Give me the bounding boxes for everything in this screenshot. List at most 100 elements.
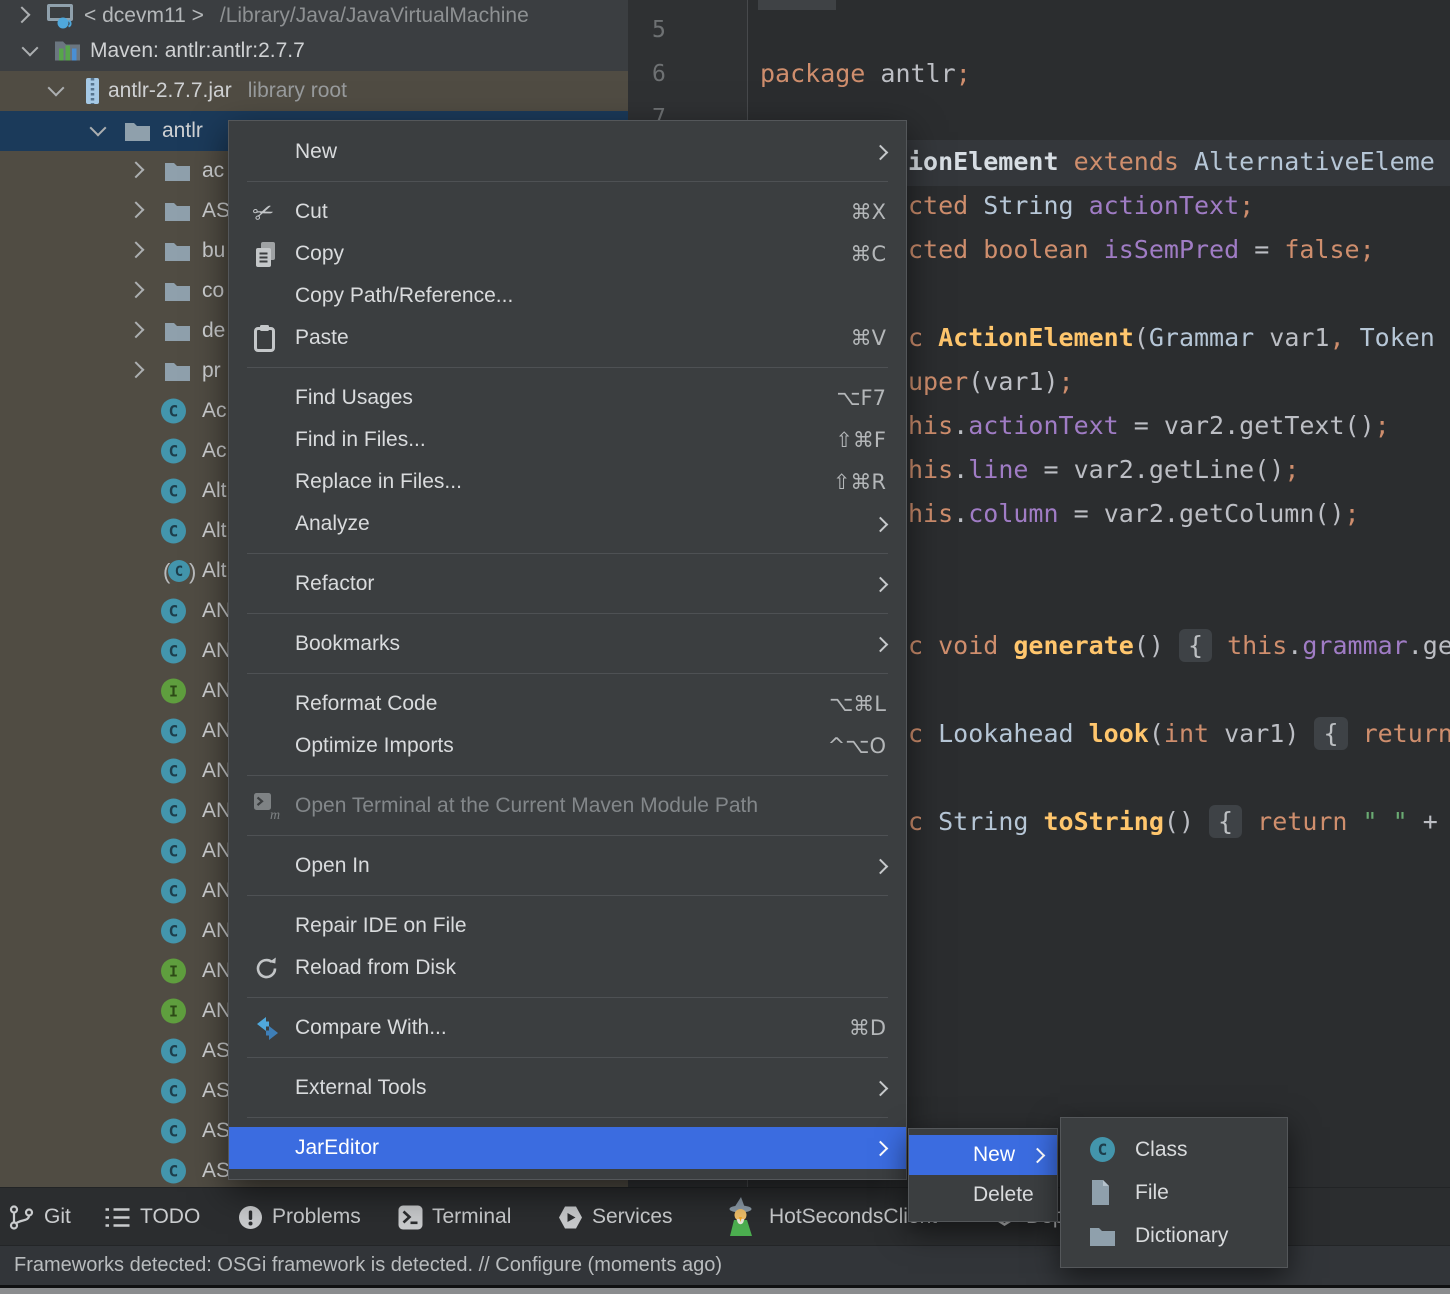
menu-item-bookmarks[interactable]: Bookmarks xyxy=(229,623,906,665)
menu-separator xyxy=(229,173,906,191)
toolwindow-button-problems[interactable]: Problems xyxy=(238,1188,361,1246)
menu-item-shortcut: ⌥⌘L xyxy=(829,692,886,716)
code-line: his.column = var2.getColumn(); xyxy=(908,492,1360,536)
tree-item-label: AN xyxy=(202,639,231,663)
menu-item-label: File xyxy=(1135,1181,1271,1205)
menu-item-compare-with[interactable]: Compare With...⌘D xyxy=(229,1007,906,1049)
chevron-right-icon[interactable] xyxy=(128,201,145,218)
chevron-right-icon[interactable] xyxy=(128,281,145,298)
code-token: ; xyxy=(1360,235,1375,264)
code-token: = xyxy=(1134,411,1164,440)
menu-item-file[interactable]: File xyxy=(1061,1171,1287,1214)
maven-library-icon xyxy=(54,39,81,64)
toolwindow-button-services[interactable]: Services xyxy=(558,1188,673,1246)
tree-item-label: antlr-2.7.7.jar xyxy=(108,79,232,103)
class-icon: C xyxy=(160,1158,187,1185)
menu-item-delete[interactable]: Delete xyxy=(909,1175,1057,1215)
chevron-down-icon[interactable] xyxy=(22,40,39,57)
menu-item-open-terminal-at-the-current-maven-module-path[interactable]: mOpen Terminal at the Current Maven Modu… xyxy=(229,785,906,827)
toolwindow-button-terminal[interactable]: Terminal xyxy=(398,1188,511,1246)
code-line: c Lookahead look(int var1) { return xyxy=(908,712,1450,756)
code-token: var2.getLine() xyxy=(1074,455,1285,484)
menu-item-find-in-files[interactable]: Find in Files...⇧⌘F xyxy=(229,419,906,461)
menu-separator xyxy=(229,887,906,905)
tree-item-label: AS xyxy=(202,199,230,223)
status-message[interactable]: Frameworks detected: OSGi framework is d… xyxy=(14,1254,722,1277)
code-token: his xyxy=(908,455,953,484)
code-line: his.line = var2.getLine(); xyxy=(908,448,1299,492)
menu-item-paste[interactable]: Paste⌘V xyxy=(229,317,906,359)
menu-item-find-usages[interactable]: Find Usages⌥F7 xyxy=(229,377,906,419)
menu-item-refactor[interactable]: Refactor xyxy=(229,563,906,605)
chevron-right-icon[interactable] xyxy=(128,321,145,338)
menu-item-shortcut: ^⌥O xyxy=(828,734,886,758)
class-icon: C xyxy=(160,798,187,825)
menu-item-optimize-imports[interactable]: Optimize Imports^⌥O xyxy=(229,725,906,767)
tree-item-label: Alt xyxy=(202,559,227,583)
code-line: c ActionElement(Grammar var1, Token xyxy=(908,316,1435,360)
submenu-arrow-icon xyxy=(1030,1147,1046,1163)
tree-item-label: AN xyxy=(202,719,231,743)
tree-item-label: Ac xyxy=(202,439,227,463)
tree-item-antlr-2-7-7-jar-2[interactable]: antlr-2.7.7.jar library root xyxy=(0,71,628,111)
tree-item-label: Alt xyxy=(202,519,227,543)
class-icon: C xyxy=(160,518,187,545)
svg-text:I: I xyxy=(169,963,178,981)
submenu-arrow-icon xyxy=(873,858,889,874)
folder-icon xyxy=(1089,1225,1116,1247)
code-line: cted boolean isSemPred = false; xyxy=(908,228,1375,272)
interface-icon: I xyxy=(160,678,187,705)
tree-item-label: AN xyxy=(202,599,231,623)
tree-item-label: AN xyxy=(202,919,231,943)
code-token: ; xyxy=(1345,499,1360,528)
line-number: 6 xyxy=(652,52,666,96)
menu-item-cut[interactable]: ✂Cut⌘X xyxy=(229,191,906,233)
code-line: c void generate() { this.grammar.ge xyxy=(908,624,1450,668)
code-token: String xyxy=(983,191,1088,220)
menu-item-new[interactable]: New xyxy=(229,131,906,173)
tree-item-maven-antlr-antlr-2-7-7-1[interactable]: Maven: antlr:antlr:2.7.7 xyxy=(0,31,628,71)
interface-icon: I xyxy=(160,958,187,985)
menu-separator xyxy=(229,359,906,377)
toolwindow-button-hotsecondsclient[interactable]: HotSecondsClient xyxy=(722,1188,937,1246)
toolwindow-button-git[interactable]: Git xyxy=(8,1188,71,1246)
code-token: Grammar xyxy=(1149,323,1269,352)
menu-item-new[interactable]: New xyxy=(909,1135,1057,1175)
menu-item-reload-from-disk[interactable]: Reload from Disk xyxy=(229,947,906,989)
menu-item-copy-path-reference[interactable]: Copy Path/Reference... xyxy=(229,275,906,317)
tree-item-sublabel: library root xyxy=(248,79,347,103)
chevron-down-icon[interactable] xyxy=(48,80,65,97)
menu-item-label: Reload from Disk xyxy=(295,956,886,980)
chevron-down-icon[interactable] xyxy=(90,120,107,137)
menu-item-analyze[interactable]: Analyze xyxy=(229,503,906,545)
code-token: Lookahead xyxy=(938,719,1089,748)
scrollbar-thumb[interactable] xyxy=(758,0,836,10)
menu-item-copy[interactable]: Copy⌘C xyxy=(229,233,906,275)
chevron-right-icon[interactable] xyxy=(128,161,145,178)
code-token: grammar xyxy=(1302,631,1407,660)
svg-text:C: C xyxy=(169,1082,179,1101)
menu-item-repair-ide-on-file[interactable]: Repair IDE on File xyxy=(229,905,906,947)
chevron-right-icon[interactable] xyxy=(14,6,31,23)
tree-item-label: Ac xyxy=(202,399,227,423)
menu-item-label: Delete xyxy=(973,1183,1043,1207)
code-token: . xyxy=(1287,631,1302,660)
chevron-right-icon[interactable] xyxy=(128,241,145,258)
menu-item-class[interactable]: CClass xyxy=(1061,1128,1287,1171)
menu-item-jareditor[interactable]: JarEditor xyxy=(229,1127,906,1169)
menu-item-replace-in-files[interactable]: Replace in Files...⇧⌘R xyxy=(229,461,906,503)
code-token: var2.getColumn() xyxy=(1104,499,1345,528)
code-token: look xyxy=(1089,719,1149,748)
menu-separator xyxy=(229,767,906,785)
svg-text:I: I xyxy=(169,1003,178,1021)
menu-item-shortcut: ⌘X xyxy=(851,200,886,224)
menu-item-external-tools[interactable]: External Tools xyxy=(229,1067,906,1109)
code-token xyxy=(1348,719,1363,748)
menu-item-open-in[interactable]: Open In xyxy=(229,845,906,887)
menu-item-shortcut: ⌘V xyxy=(851,326,886,350)
toolwindow-button-todo[interactable]: TODO xyxy=(104,1188,200,1246)
menu-item-dictionary[interactable]: Dictionary xyxy=(1061,1214,1287,1257)
menu-item-reformat-code[interactable]: Reformat Code⌥⌘L xyxy=(229,683,906,725)
chevron-right-icon[interactable] xyxy=(128,361,145,378)
code-token: ; xyxy=(1059,367,1074,396)
